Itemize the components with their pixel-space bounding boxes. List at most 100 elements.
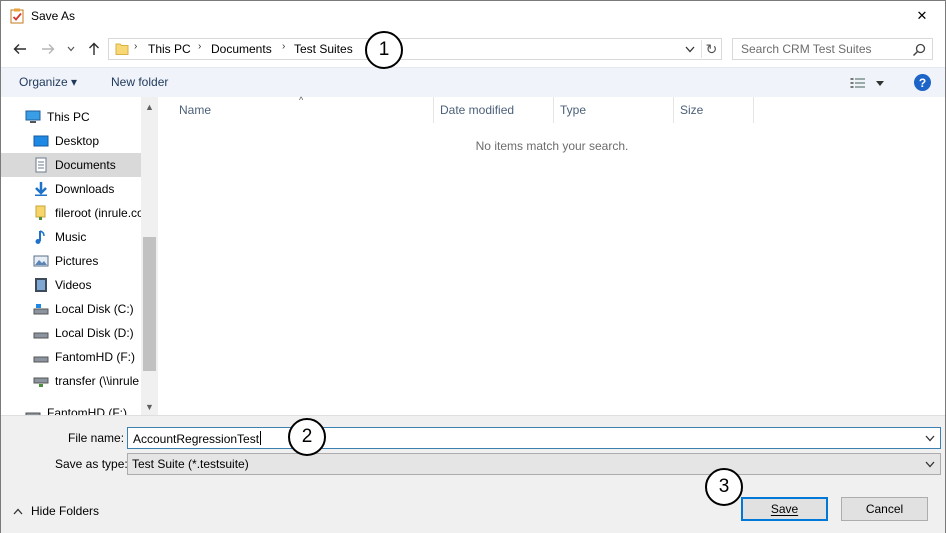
save-as-dialog: Save As ✕ › This PC › Documents › Test S… — [0, 0, 946, 533]
navigation-pane: This PC Desktop Documents Downloads file… — [1, 97, 159, 415]
breadcrumb-separator-icon[interactable]: › — [198, 41, 201, 52]
search-icon — [912, 43, 926, 57]
nav-item-label: Desktop — [55, 134, 100, 148]
file-name-label: File name: — [68, 431, 125, 445]
nav-item-label: FantomHD (F:) — [47, 406, 128, 415]
cancel-button[interactable]: Cancel — [841, 497, 928, 521]
text-caret — [260, 431, 262, 445]
chevron-down-icon — [67, 46, 75, 52]
search-input[interactable]: Search CRM Test Suites — [732, 38, 933, 60]
address-history-dropdown[interactable] — [682, 41, 698, 57]
arrow-left-icon — [13, 44, 26, 54]
nav-item-label: Pictures — [55, 254, 99, 268]
hide-folders-label: Hide Folders — [31, 504, 100, 518]
column-name[interactable]: Name — [173, 97, 434, 123]
nav-item-fantomhd[interactable]: FantomHD (F:) — [1, 345, 141, 369]
save-options-panel: File name: AccountRegressionTest Save as… — [1, 415, 945, 533]
title-bar: Save As ✕ — [1, 1, 945, 31]
nav-item-label: Music — [55, 230, 87, 244]
nav-item-label: Local Disk (D:) — [55, 326, 134, 340]
nav-item-label: Downloads — [55, 182, 115, 196]
nav-item-label: FantomHD (F:) — [55, 350, 136, 364]
desktop-icon — [33, 135, 49, 147]
nav-item-desktop[interactable]: Desktop — [1, 129, 141, 153]
change-view-button[interactable] — [850, 74, 890, 92]
nav-item-fantomhd-drive[interactable]: FantomHD (F:) — [1, 401, 141, 415]
refresh-icon: ↻ — [705, 40, 718, 57]
nav-item-label: Documents — [55, 158, 116, 172]
recent-locations-button[interactable] — [64, 39, 78, 59]
nav-item-fileroot[interactable]: fileroot (inrule.co — [1, 201, 141, 225]
empty-message: No items match your search. — [475, 139, 629, 153]
nav-item-label: Local Disk (C:) — [55, 302, 134, 316]
breadcrumb-test-suites[interactable]: Test Suites — [294, 42, 353, 56]
nav-item-music[interactable]: Music — [1, 225, 141, 249]
chevron-down-icon — [925, 435, 935, 441]
chevron-down-icon — [685, 46, 695, 52]
nav-item-this-pc[interactable]: This PC — [1, 105, 141, 129]
toolbar: Organize ▾ New folder ? — [1, 67, 945, 97]
save-type-select[interactable]: Test Suite (*.testsuite) — [127, 453, 941, 475]
nav-item-pictures[interactable]: Pictures — [1, 249, 141, 273]
nav-scrollbar[interactable]: ▲ ▼ — [141, 97, 158, 415]
save-type-value: Test Suite (*.testsuite) — [132, 457, 249, 471]
close-button[interactable]: ✕ — [899, 1, 945, 31]
scroll-down-icon[interactable]: ▼ — [141, 399, 158, 415]
help-button[interactable]: ? — [914, 74, 931, 91]
save-type-dropdown[interactable] — [922, 456, 938, 472]
nav-item-downloads[interactable]: Downloads — [1, 177, 141, 201]
save-type-label: Save as type: — [55, 457, 128, 471]
nav-item-local-disk-c[interactable]: Local Disk (C:) — [1, 297, 141, 321]
file-name-input[interactable]: AccountRegressionTest — [127, 427, 941, 449]
arrow-right-icon — [42, 44, 55, 54]
music-icon — [35, 230, 45, 244]
address-bar[interactable]: › This PC › Documents › Test Suites ↻ — [108, 38, 722, 60]
nav-item-label: This PC — [47, 110, 90, 124]
pictures-icon — [33, 255, 49, 267]
nav-item-local-disk-d[interactable]: Local Disk (D:) — [1, 321, 141, 345]
column-date-modified[interactable]: Date modified — [434, 97, 554, 123]
save-button-label: Save — [770, 502, 799, 516]
nav-item-label: fileroot (inrule.co — [55, 206, 141, 220]
caret-down-icon — [876, 80, 884, 86]
column-size[interactable]: Size — [674, 97, 754, 123]
videos-icon — [35, 278, 47, 292]
downloads-icon — [35, 182, 47, 196]
back-button[interactable] — [11, 39, 29, 59]
callout-3: 3 — [705, 468, 743, 506]
breadcrumb-separator-icon[interactable]: › — [134, 41, 137, 52]
network-folder-icon — [35, 205, 46, 220]
nav-item-transfer[interactable]: transfer (\\inrule — [1, 369, 141, 393]
drive-icon — [25, 412, 41, 415]
breadcrumb-documents[interactable]: Documents — [211, 42, 272, 56]
file-list[interactable]: ^ Name Date modified Type Size No items … — [159, 95, 945, 415]
window-title: Save As — [31, 9, 76, 23]
new-folder-button[interactable]: New folder — [111, 75, 168, 89]
search-placeholder: Search CRM Test Suites — [741, 42, 872, 56]
chevron-down-icon — [925, 461, 935, 467]
scroll-up-icon[interactable]: ▲ — [141, 99, 158, 115]
nav-item-label: Videos — [55, 278, 92, 292]
close-icon: ✕ — [916, 8, 928, 23]
organize-menu[interactable]: Organize ▾ — [19, 75, 77, 89]
forward-button[interactable] — [39, 39, 57, 59]
drive-icon — [33, 332, 49, 339]
nav-item-videos[interactable]: Videos — [1, 273, 141, 297]
refresh-button[interactable]: ↻ — [701, 40, 721, 58]
save-button[interactable]: Save — [741, 497, 828, 521]
arrow-up-icon — [89, 42, 99, 55]
details-view-icon — [850, 78, 865, 88]
documents-icon — [35, 157, 47, 173]
callout-2: 2 — [288, 418, 326, 456]
file-name-value: AccountRegressionTest — [133, 431, 262, 446]
nav-item-documents[interactable]: Documents — [1, 153, 141, 177]
drive-icon — [33, 304, 49, 315]
file-name-dropdown[interactable] — [922, 430, 938, 446]
breadcrumb-separator-icon[interactable]: › — [282, 41, 285, 52]
hide-folders-button[interactable]: Hide Folders — [13, 504, 99, 518]
scroll-thumb[interactable] — [143, 237, 156, 371]
breadcrumb-this-pc[interactable]: This PC — [148, 42, 191, 56]
column-type[interactable]: Type — [554, 97, 674, 123]
up-button[interactable] — [85, 39, 103, 59]
computer-icon — [25, 110, 41, 123]
